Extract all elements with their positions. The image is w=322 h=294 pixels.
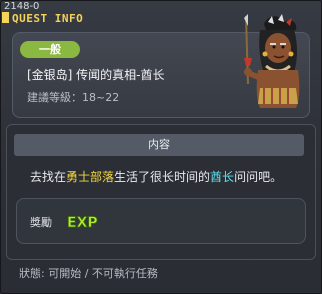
tribal-chief-npc-portrait-icon bbox=[244, 14, 300, 108]
desc-text-3: 问问吧。 bbox=[234, 170, 283, 184]
window-title: QUEST INFO bbox=[2, 12, 83, 25]
desc-text-1: 去找在 bbox=[30, 170, 67, 184]
quest-description: 去找在勇士部落生活了很长时间的酋长问问吧。 bbox=[30, 168, 282, 185]
quest-category-badge: 一般 bbox=[20, 41, 80, 58]
quest-name: [金银岛] 传闻的真相-酋长 bbox=[27, 68, 165, 82]
quest-status: 狀態: 可開始 / 不可執行任務 bbox=[19, 267, 158, 280]
exp-icon: EXP bbox=[67, 215, 98, 230]
exp-icon-text: EXP bbox=[67, 215, 98, 230]
reward-box bbox=[16, 198, 306, 244]
quest-recommended-level: 建議等級：18~22 bbox=[27, 91, 120, 104]
desc-npc-highlight: 酋长 bbox=[210, 170, 235, 184]
desc-text-2: 生活了很长时间的 bbox=[114, 170, 211, 184]
desc-place-highlight: 勇士部落 bbox=[66, 170, 115, 184]
content-section-header: 内容 bbox=[14, 134, 304, 156]
quest-id: 2148-0 bbox=[4, 1, 40, 12]
window-title-text: QUEST INFO bbox=[12, 12, 84, 25]
title-marker-icon bbox=[2, 12, 9, 23]
reward-label: 獎勵 bbox=[30, 216, 52, 229]
